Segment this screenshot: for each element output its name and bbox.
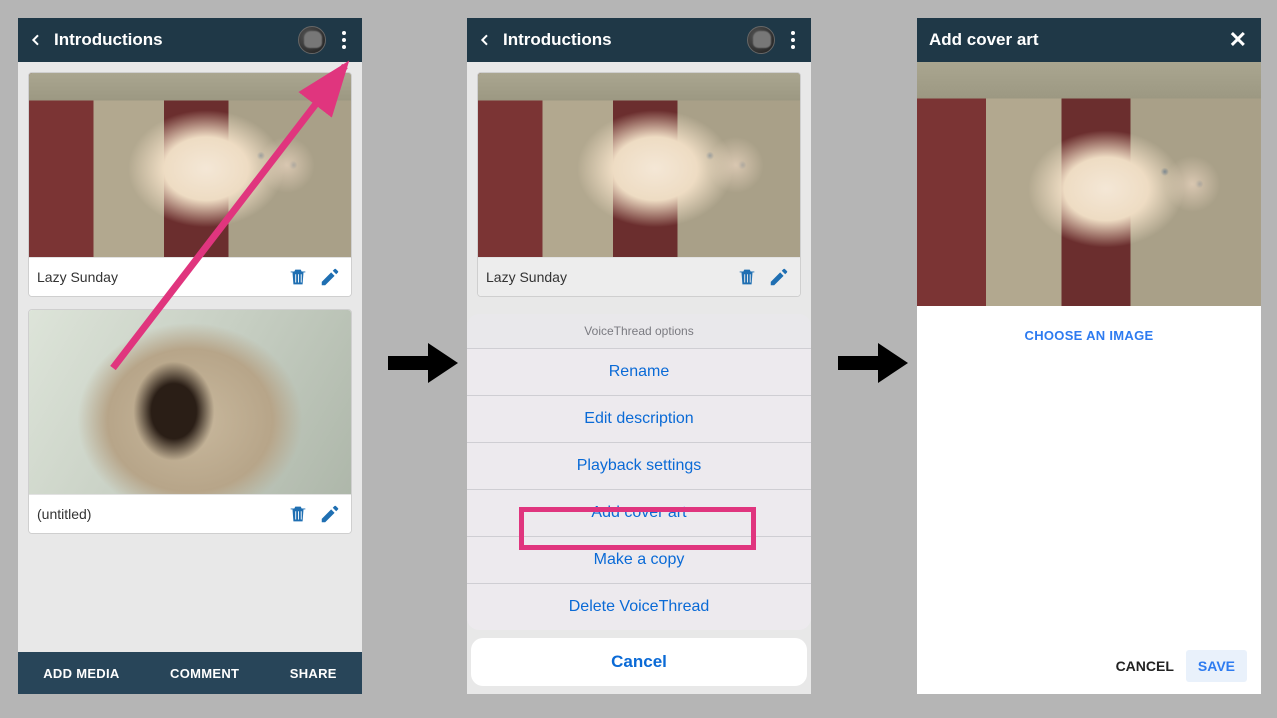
page-title: Introductions: [503, 30, 737, 50]
header: Introductions: [18, 18, 362, 62]
rename-option[interactable]: Rename: [467, 349, 811, 396]
flow-arrow-icon: [838, 338, 908, 388]
media-thumbnail: [29, 73, 351, 257]
media-title: Lazy Sunday: [486, 269, 728, 285]
media-title: (untitled): [37, 506, 279, 522]
bottom-bar: ADD MEDIA COMMENT SHARE: [18, 652, 362, 694]
add-media-button[interactable]: ADD MEDIA: [43, 666, 119, 681]
media-card[interactable]: Lazy Sunday: [28, 72, 352, 297]
delete-voicethread-option[interactable]: Delete VoiceThread: [467, 584, 811, 630]
page-title: Add cover art: [929, 30, 1215, 50]
make-copy-option[interactable]: Make a copy: [467, 537, 811, 584]
save-button[interactable]: SAVE: [1186, 650, 1247, 682]
sheet-title: VoiceThread options: [467, 314, 811, 349]
back-chevron-icon[interactable]: [477, 32, 493, 48]
share-button[interactable]: SHARE: [290, 666, 337, 681]
delete-icon[interactable]: [734, 264, 760, 290]
header: Introductions: [467, 18, 811, 62]
media-thumbnail: [29, 310, 351, 494]
delete-icon[interactable]: [285, 501, 311, 527]
media-thumbnail: [478, 73, 800, 257]
add-cover-art-option[interactable]: Add cover art: [467, 490, 811, 537]
playback-settings-option[interactable]: Playback settings: [467, 443, 811, 490]
media-title: Lazy Sunday: [37, 269, 279, 285]
back-chevron-icon[interactable]: [28, 32, 44, 48]
edit-description-option[interactable]: Edit description: [467, 396, 811, 443]
content-area: Lazy Sunday (untitled): [18, 62, 362, 652]
edit-icon[interactable]: [317, 501, 343, 527]
flow-arrow-icon: [388, 338, 458, 388]
action-sheet: VoiceThread options Rename Edit descript…: [467, 314, 811, 694]
more-menu-icon[interactable]: [785, 27, 801, 53]
header: Add cover art ✕: [917, 18, 1261, 62]
cancel-button[interactable]: Cancel: [471, 638, 807, 686]
phone-screen-1: Introductions Lazy Sunday (untitled): [18, 18, 362, 694]
edit-icon[interactable]: [317, 264, 343, 290]
media-card[interactable]: (untitled): [28, 309, 352, 534]
page-title: Introductions: [54, 30, 288, 50]
cancel-button[interactable]: CANCEL: [1116, 658, 1174, 674]
avatar-icon[interactable]: [747, 26, 775, 54]
comment-button[interactable]: COMMENT: [170, 666, 239, 681]
content-area: CHOOSE AN IMAGE CANCEL SAVE: [917, 62, 1261, 694]
delete-icon[interactable]: [285, 264, 311, 290]
phone-screen-3: Add cover art ✕ CHOOSE AN IMAGE CANCEL S…: [917, 18, 1261, 694]
phone-screen-2: Introductions Lazy Sunday VoiceThread op…: [467, 18, 811, 694]
more-menu-icon[interactable]: [336, 27, 352, 53]
cover-art-preview: [917, 62, 1261, 306]
edit-icon[interactable]: [766, 264, 792, 290]
choose-image-button[interactable]: CHOOSE AN IMAGE: [917, 328, 1261, 343]
close-icon[interactable]: ✕: [1225, 27, 1251, 53]
avatar-icon[interactable]: [298, 26, 326, 54]
media-card[interactable]: Lazy Sunday: [477, 72, 801, 297]
